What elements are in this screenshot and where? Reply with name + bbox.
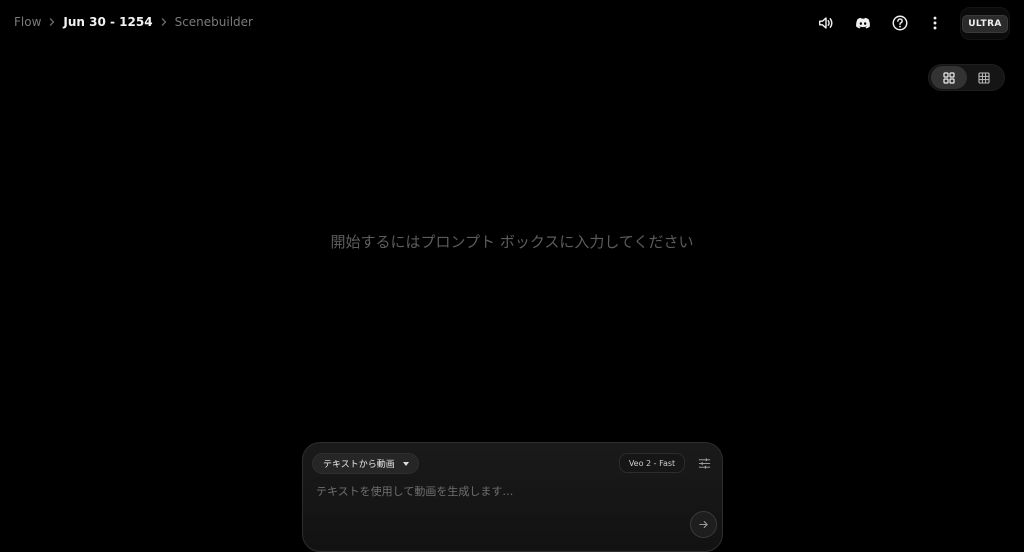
mode-select[interactable]: テキストから動画 (312, 453, 419, 474)
view-toggle (928, 64, 1005, 91)
breadcrumb-scenebuilder[interactable]: Scenebuilder (175, 15, 253, 29)
plan-badge: ULTRA (962, 14, 1008, 33)
model-select[interactable]: Veo 2 - Fast (619, 453, 685, 473)
empty-state-message: 開始するにはプロンプト ボックスに入力してください (330, 233, 694, 251)
caret-down-icon (402, 461, 409, 466)
help-icon[interactable] (890, 13, 910, 33)
breadcrumb-flow[interactable]: Flow (14, 15, 41, 29)
sliders-icon (698, 457, 710, 469)
send-button[interactable] (690, 511, 717, 538)
chevron-right-icon (153, 17, 175, 27)
breadcrumb: Flow Jun 30 - 1254 Scenebuilder (14, 15, 253, 29)
grid-large-view-button[interactable] (931, 66, 967, 89)
grid-small-icon (978, 71, 990, 84)
account-button[interactable]: ULTRA (960, 7, 1010, 40)
chevron-right-icon (41, 17, 63, 27)
more-vertical-icon[interactable] (925, 13, 945, 33)
prompt-input[interactable] (314, 481, 704, 501)
arrow-right-icon (699, 521, 708, 528)
settings-button[interactable] (695, 454, 713, 472)
top-bar: Flow Jun 30 - 1254 Scenebuilder ULTRA (0, 0, 1024, 48)
volume-icon[interactable] (816, 13, 836, 33)
breadcrumb-project[interactable]: Jun 30 - 1254 (63, 15, 152, 29)
discord-icon[interactable] (853, 13, 873, 33)
grid-large-icon (943, 71, 955, 84)
prompt-box: テキストから動画 Veo 2 - Fast (302, 442, 723, 552)
grid-small-view-button[interactable] (967, 66, 1003, 89)
mode-select-label: テキストから動画 (323, 460, 395, 470)
